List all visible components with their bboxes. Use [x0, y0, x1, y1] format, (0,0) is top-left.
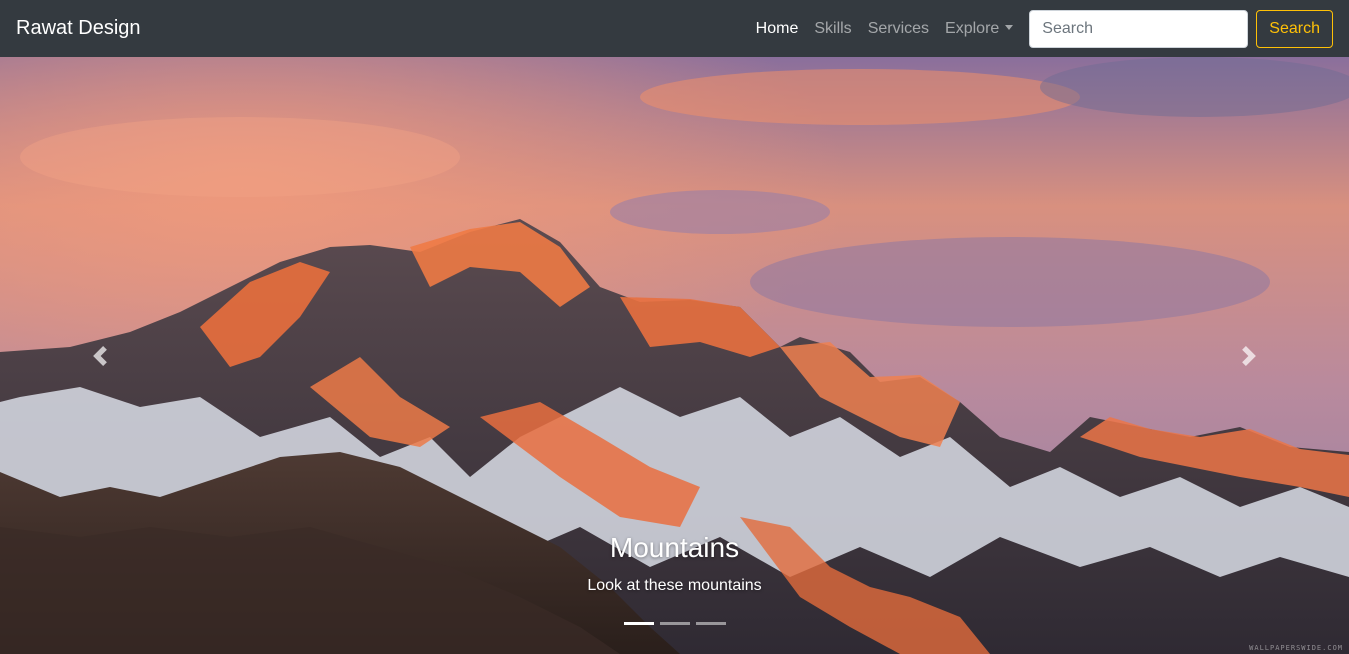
hero-carousel: Mountains Look at these mountains WALLPA…: [0, 57, 1349, 654]
search-input[interactable]: [1029, 9, 1249, 48]
caption-title: Mountains: [609, 532, 740, 563]
nav-link-skills[interactable]: Skills: [806, 20, 859, 38]
carousel-caption: Mountains Look at these mountains: [0, 531, 1349, 595]
carousel-indicator-1[interactable]: [623, 622, 654, 625]
caption-text: Look at these mountains: [587, 576, 762, 594]
navbar: Rawat Design Home Skills Services Explor…: [0, 0, 1349, 57]
nav-dropdown-explore[interactable]: Explore: [937, 20, 1021, 38]
carousel-indicator-3[interactable]: [695, 622, 726, 625]
search-button[interactable]: Search: [1256, 9, 1333, 48]
nav-link-home[interactable]: Home: [748, 20, 807, 38]
carousel-indicators: [0, 622, 1349, 625]
brand-logo[interactable]: Rawat Design: [16, 17, 141, 40]
chevron-right-icon: [1242, 345, 1256, 366]
caret-down-icon: [1005, 24, 1014, 30]
nav-dropdown-explore-label: Explore: [945, 19, 1000, 37]
carousel-indicator-2[interactable]: [659, 622, 690, 625]
nav-menu: Home Skills Services Explore Search: [748, 9, 1333, 48]
nav-link-services[interactable]: Services: [860, 20, 937, 38]
watermark: WALLPAPERSWIDE.COM: [1249, 644, 1343, 652]
chevron-left-icon: [93, 345, 107, 366]
